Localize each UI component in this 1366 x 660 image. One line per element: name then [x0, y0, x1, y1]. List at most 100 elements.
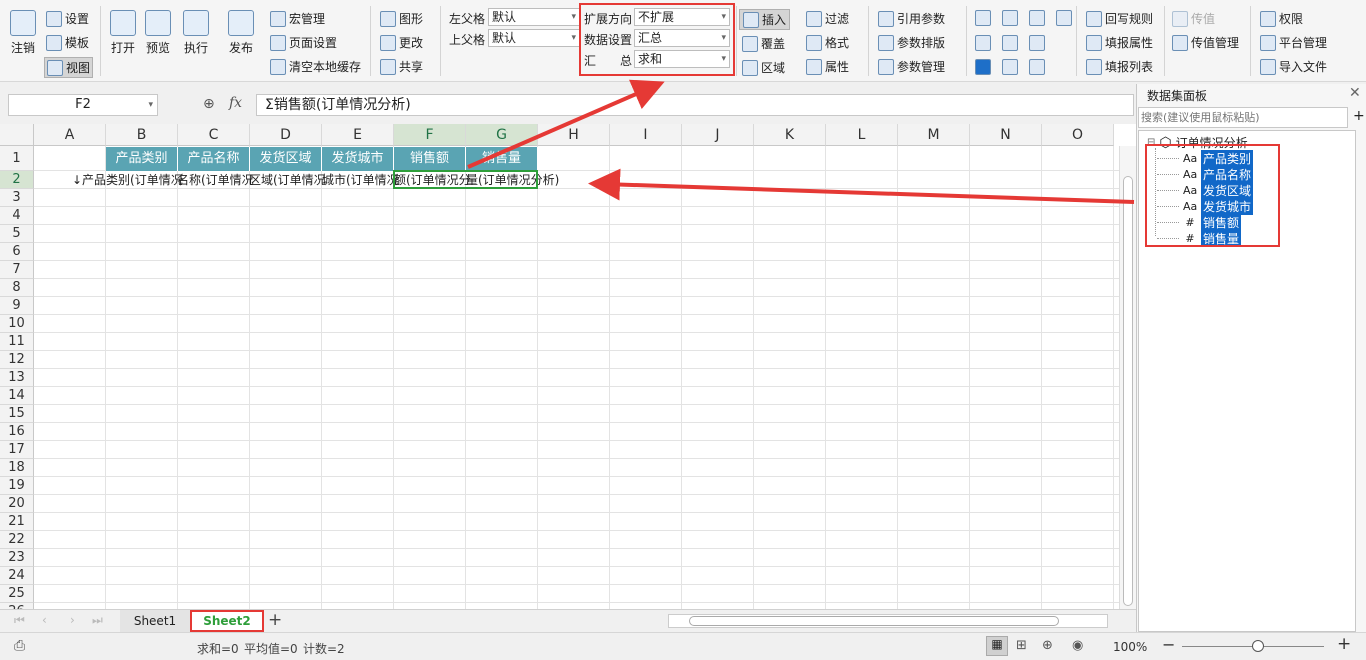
select-all-corner[interactable]: [0, 124, 34, 146]
column-header-c[interactable]: C: [178, 124, 250, 146]
last-sheet-arrow[interactable]: ⏭: [92, 613, 103, 628]
row-header-21[interactable]: 21: [0, 513, 34, 531]
row-header-8[interactable]: 8: [0, 279, 34, 297]
page-break-icon[interactable]: ⊞: [1016, 638, 1027, 653]
import-file-button[interactable]: 导入文件: [1260, 58, 1327, 75]
row-header-10[interactable]: 10: [0, 315, 34, 333]
add-sheet-button[interactable]: +: [268, 610, 282, 630]
settings-button[interactable]: 设置: [46, 10, 89, 27]
tab-sheet2[interactable]: Sheet2: [190, 610, 264, 632]
row-header-14[interactable]: 14: [0, 387, 34, 405]
widget-icons-row1[interactable]: [975, 10, 1072, 26]
left-parent-select[interactable]: 默认: [488, 8, 580, 26]
normal-view-icon[interactable]: ▦: [986, 636, 1008, 656]
column-header-o[interactable]: O: [1042, 124, 1114, 146]
row-header-11[interactable]: 11: [0, 333, 34, 351]
open-button[interactable]: 打开: [110, 10, 136, 56]
column-header-h[interactable]: H: [538, 124, 610, 146]
macro-button[interactable]: 宏管理: [270, 10, 325, 27]
filter-button[interactable]: 过滤: [806, 10, 849, 27]
prev-sheet-arrow[interactable]: ‹: [42, 613, 47, 627]
column-header-f[interactable]: F: [394, 124, 466, 146]
row-header-12[interactable]: 12: [0, 351, 34, 369]
execute-button[interactable]: 执行: [183, 10, 209, 56]
row-header-20[interactable]: 20: [0, 495, 34, 513]
column-header-g[interactable]: G: [466, 124, 538, 146]
row-header-17[interactable]: 17: [0, 441, 34, 459]
row-header-7[interactable]: 7: [0, 261, 34, 279]
row-header-1[interactable]: 1: [0, 146, 34, 171]
formula-input[interactable]: Σ销售额(订单情况分析): [256, 94, 1134, 116]
widget-icons-row3[interactable]: [975, 59, 1045, 75]
page-setup-button[interactable]: 页面设置: [270, 34, 337, 51]
logout-button[interactable]: 注销: [10, 10, 36, 56]
column-header-d[interactable]: D: [250, 124, 322, 146]
zoom-lens-icon[interactable]: ⊕: [203, 96, 215, 112]
column-header-e[interactable]: E: [322, 124, 394, 146]
view-button[interactable]: 视图: [44, 57, 94, 78]
zoom-level[interactable]: 100%: [1113, 640, 1147, 654]
data-cell[interactable]: ↓产品类别(订单情况: [72, 171, 183, 189]
column-header-n[interactable]: N: [970, 124, 1042, 146]
column-header-a[interactable]: A: [34, 124, 106, 146]
row-header-5[interactable]: 5: [0, 225, 34, 243]
transfer-manage-button[interactable]: 传值管理: [1172, 34, 1239, 51]
row-header-3[interactable]: 3: [0, 189, 34, 207]
modify-button[interactable]: 更改: [380, 34, 423, 51]
row-header-6[interactable]: 6: [0, 243, 34, 261]
horizontal-scrollbar[interactable]: [668, 614, 1108, 628]
zoom-slider[interactable]: [1182, 640, 1324, 652]
ref-param-button[interactable]: 引用参数: [878, 10, 945, 27]
fx-label[interactable]: fx: [229, 95, 242, 111]
header-cell[interactable]: 产品类别: [106, 147, 178, 171]
vertical-scrollbar[interactable]: [1119, 146, 1136, 609]
row-header-4[interactable]: 4: [0, 207, 34, 225]
zoom-out-button[interactable]: −: [1162, 635, 1175, 654]
spreadsheet-grid[interactable]: ABCDEFGHIJKLMNO 1 2 3 4 5 6 7 8 9 10 11 12 13 14 15 16 1…: [0, 124, 1136, 609]
insert-button[interactable]: 插入: [739, 9, 791, 30]
header-cell[interactable]: 销售量: [466, 147, 538, 171]
clear-cache-button[interactable]: 清空本地缓存: [270, 58, 361, 75]
header-cell[interactable]: 销售额: [394, 147, 466, 171]
close-icon[interactable]: ✕: [1349, 85, 1361, 101]
page-layout-icon[interactable]: ⊕: [1042, 638, 1053, 653]
eye-protection-icon[interactable]: ◉: [1072, 638, 1083, 653]
transfer-button[interactable]: 传值: [1172, 10, 1215, 27]
property-button[interactable]: 属性: [806, 58, 849, 75]
fill-property-button[interactable]: 填报属性: [1086, 34, 1153, 51]
column-header-b[interactable]: B: [106, 124, 178, 146]
fill-list-button[interactable]: 填报列表: [1086, 58, 1153, 75]
row-header-23[interactable]: 23: [0, 549, 34, 567]
tab-sheet1[interactable]: Sheet1: [120, 610, 190, 632]
header-cell[interactable]: 产品名称: [178, 147, 250, 171]
zoom-in-button[interactable]: +: [1337, 634, 1351, 654]
header-cell[interactable]: 发货城市: [322, 147, 394, 171]
region-button[interactable]: 区域: [742, 59, 785, 76]
row-header-16[interactable]: 16: [0, 423, 34, 441]
cover-button[interactable]: 覆盖: [742, 35, 785, 52]
column-header-i[interactable]: I: [610, 124, 682, 146]
row-header-22[interactable]: 22: [0, 531, 34, 549]
param-layout-button[interactable]: 参数排版: [878, 34, 945, 51]
publish-button[interactable]: 发布: [228, 10, 254, 56]
data-cell[interactable]: 区域(订单情况: [249, 171, 326, 189]
first-sheet-arrow[interactable]: ⏮: [14, 613, 25, 628]
data-cell[interactable]: 城市(订单情况: [322, 171, 399, 189]
row-header-18[interactable]: 18: [0, 459, 34, 477]
column-header-l[interactable]: L: [826, 124, 898, 146]
format-button[interactable]: 格式: [806, 34, 849, 51]
share-button[interactable]: 共享: [380, 58, 423, 75]
column-header-k[interactable]: K: [754, 124, 826, 146]
data-cell[interactable]: 名称(订单情况: [177, 171, 254, 189]
preview-button[interactable]: 预览: [145, 10, 171, 56]
row-header-13[interactable]: 13: [0, 369, 34, 387]
chart-button[interactable]: 图形: [380, 10, 423, 27]
permission-button[interactable]: 权限: [1260, 10, 1303, 27]
param-manage-button[interactable]: 参数管理: [878, 58, 945, 75]
row-header-24[interactable]: 24: [0, 567, 34, 585]
row-header-25[interactable]: 25: [0, 585, 34, 603]
next-sheet-arrow[interactable]: ›: [70, 613, 75, 627]
top-parent-select[interactable]: 默认: [488, 29, 580, 47]
row-header-2[interactable]: 2: [0, 171, 34, 189]
row-header-9[interactable]: 9: [0, 297, 34, 315]
